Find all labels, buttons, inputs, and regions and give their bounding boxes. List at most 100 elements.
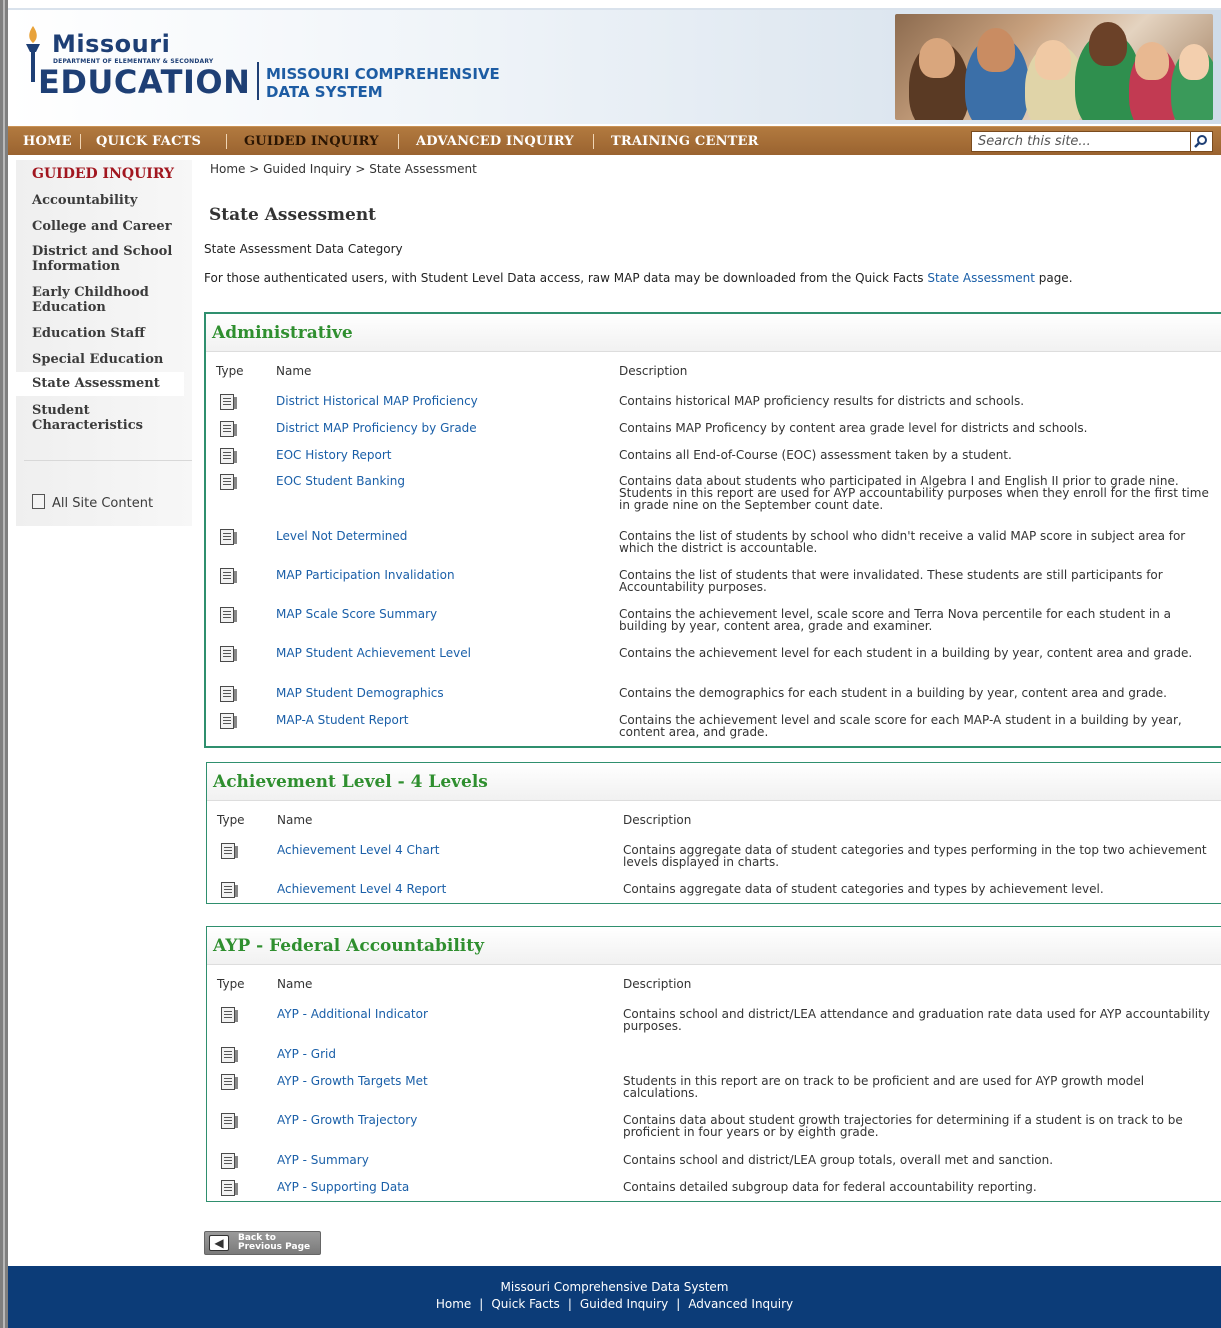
report-link[interactable]: AYP - Summary: [277, 1154, 369, 1167]
logo-education-text[interactable]: EDUCATION: [38, 66, 250, 98]
column-name: Name: [277, 977, 313, 991]
report-icon[interactable]: [220, 474, 237, 490]
column-type: Type: [216, 364, 244, 378]
report-link[interactable]: AYP - Growth Targets Met: [277, 1075, 428, 1088]
footer-link-home[interactable]: Home: [436, 1297, 471, 1311]
nav-training-center[interactable]: TRAINING CENTER: [611, 127, 759, 156]
report-description: Contains school and district/LEA group t…: [623, 1153, 1054, 1167]
report-icon[interactable]: [221, 1074, 238, 1090]
sidebar-item-early-childhood-education[interactable]: Early Childhood Education: [16, 285, 156, 315]
system-name-line2: DATA SYSTEM: [266, 83, 383, 101]
report-link[interactable]: MAP-A Student Report: [276, 714, 408, 727]
column-description: Description: [619, 364, 688, 378]
report-link[interactable]: Achievement Level 4 Report: [277, 883, 446, 896]
column-type: Type: [217, 813, 245, 827]
report-icon[interactable]: [221, 882, 238, 898]
sidebar-item-college-and-career[interactable]: College and Career: [16, 219, 192, 234]
state-assessment-link[interactable]: State Assessment: [927, 271, 1035, 285]
report-icon[interactable]: [221, 1180, 238, 1196]
nav-separator: [226, 134, 227, 149]
report-link[interactable]: AYP - Growth Trajectory: [277, 1114, 417, 1127]
section-administrative: Administrative Type Name Description Dis…: [204, 312, 1221, 748]
search-button[interactable]: [1191, 131, 1213, 152]
report-link[interactable]: MAP Participation Invalidation: [276, 569, 455, 582]
report-description: Contains the demographics for each stude…: [619, 686, 1167, 700]
sidebar-item-accountability[interactable]: Accountability: [16, 193, 192, 208]
footer-separator: |: [479, 1297, 484, 1311]
access-note: For those authenticated users, with Stud…: [204, 271, 1073, 285]
report-icon[interactable]: [221, 1113, 238, 1129]
nav-home[interactable]: HOME: [23, 127, 72, 156]
breadcrumb[interactable]: Home > Guided Inquiry > State Assessment: [210, 162, 477, 176]
footer-link-advanced-inquiry[interactable]: Advanced Inquiry: [688, 1297, 793, 1311]
hero-students-photo: [895, 14, 1213, 120]
report-icon[interactable]: [220, 529, 237, 545]
sidebar-item-district-and-school-information[interactable]: District and School Information: [16, 244, 176, 274]
report-description: Contains MAP Proficency by content area …: [619, 421, 1088, 435]
column-type: Type: [217, 977, 245, 991]
nav-guided-inquiry[interactable]: GUIDED INQUIRY: [244, 127, 379, 156]
search-box: [971, 131, 1191, 152]
report-link[interactable]: AYP - Supporting Data: [277, 1181, 409, 1194]
sidebar-item-education-staff[interactable]: Education Staff: [16, 326, 192, 341]
report-icon[interactable]: [220, 607, 237, 623]
document-icon: [32, 494, 45, 509]
report-icon[interactable]: [220, 421, 237, 437]
report-description: Contains the achievement level for each …: [619, 646, 1193, 660]
sidebar-heading[interactable]: GUIDED INQUIRY: [32, 166, 174, 182]
report-description: Contains the list of students by school …: [619, 529, 1186, 555]
report-link[interactable]: District MAP Proficiency by Grade: [276, 422, 477, 435]
report-link[interactable]: AYP - Additional Indicator: [277, 1008, 428, 1021]
all-site-content-link[interactable]: All Site Content: [32, 494, 153, 511]
footer-separator: |: [676, 1297, 681, 1311]
report-icon[interactable]: [221, 843, 238, 859]
footer-separator: |: [567, 1297, 572, 1311]
report-link[interactable]: MAP Student Achievement Level: [276, 647, 471, 660]
report-icon[interactable]: [221, 1047, 238, 1063]
nav-advanced-inquiry[interactable]: ADVANCED INQUIRY: [416, 127, 574, 156]
report-link[interactable]: Level Not Determined: [276, 530, 407, 543]
sidebar-item-student-characteristics[interactable]: Student Characteristics: [16, 403, 143, 433]
report-icon[interactable]: [220, 686, 237, 702]
footer-link-guided-inquiry[interactable]: Guided Inquiry: [580, 1297, 668, 1311]
report-link[interactable]: MAP Student Demographics: [276, 687, 444, 700]
report-icon[interactable]: [220, 568, 237, 584]
report-link[interactable]: EOC Student Banking: [276, 475, 405, 488]
access-note-text: For those authenticated users, with Stud…: [204, 271, 928, 285]
report-description: Contains the achievement level, scale sc…: [619, 607, 1171, 633]
window-edge: [0, 0, 8, 1328]
report-link[interactable]: AYP - Grid: [277, 1048, 336, 1061]
report-icon[interactable]: [220, 713, 237, 729]
section-title: AYP - Federal Accountability: [207, 927, 1221, 965]
report-link[interactable]: MAP Scale Score Summary: [276, 608, 437, 621]
report-icon[interactable]: [220, 448, 237, 464]
search-input[interactable]: [972, 132, 1190, 151]
nav-quick-facts[interactable]: QUICK FACTS: [96, 127, 201, 156]
sidebar: GUIDED INQUIRY Accountability College an…: [16, 160, 192, 526]
report-link[interactable]: District Historical MAP Proficiency: [276, 395, 478, 408]
section-ayp-federal-accountability: AYP - Federal Accountability Type Name D…: [206, 926, 1221, 1202]
all-site-content-label: All Site Content: [52, 496, 154, 511]
category-label: State Assessment Data Category: [204, 242, 403, 256]
access-note-text-end: page.: [1034, 271, 1073, 285]
report-icon[interactable]: [220, 646, 237, 662]
sidebar-item-special-education[interactable]: Special Education: [16, 352, 192, 367]
section-title: Administrative: [206, 314, 1221, 352]
report-link[interactable]: EOC History Report: [276, 449, 392, 462]
logo-missouri-text[interactable]: Missouri: [52, 30, 170, 58]
back-to-previous-page-button[interactable]: ◀ Back to Previous Page: [204, 1231, 321, 1255]
section-achievement-level: Achievement Level - 4 Levels Type Name D…: [206, 762, 1221, 904]
system-name: MISSOURI COMPREHENSIVE DATA SYSTEM: [266, 65, 500, 101]
report-icon[interactable]: [221, 1007, 238, 1023]
sidebar-item-state-assessment[interactable]: State Assessment: [16, 372, 184, 396]
column-name: Name: [276, 364, 312, 378]
report-description: Contains detailed subgroup data for fede…: [623, 1180, 1037, 1194]
report-icon[interactable]: [221, 1153, 238, 1169]
report-link[interactable]: Achievement Level 4 Chart: [277, 844, 440, 857]
footer-link-quick-facts[interactable]: Quick Facts: [491, 1297, 559, 1311]
report-description: Contains the list of students that were …: [619, 568, 1163, 594]
report-description: Contains school and district/LEA attenda…: [623, 1007, 1210, 1033]
report-icon[interactable]: [220, 394, 237, 410]
site-footer: Missouri Comprehensive Data System Home |…: [8, 1266, 1221, 1328]
report-description: Contains aggregate data of student categ…: [623, 843, 1207, 869]
